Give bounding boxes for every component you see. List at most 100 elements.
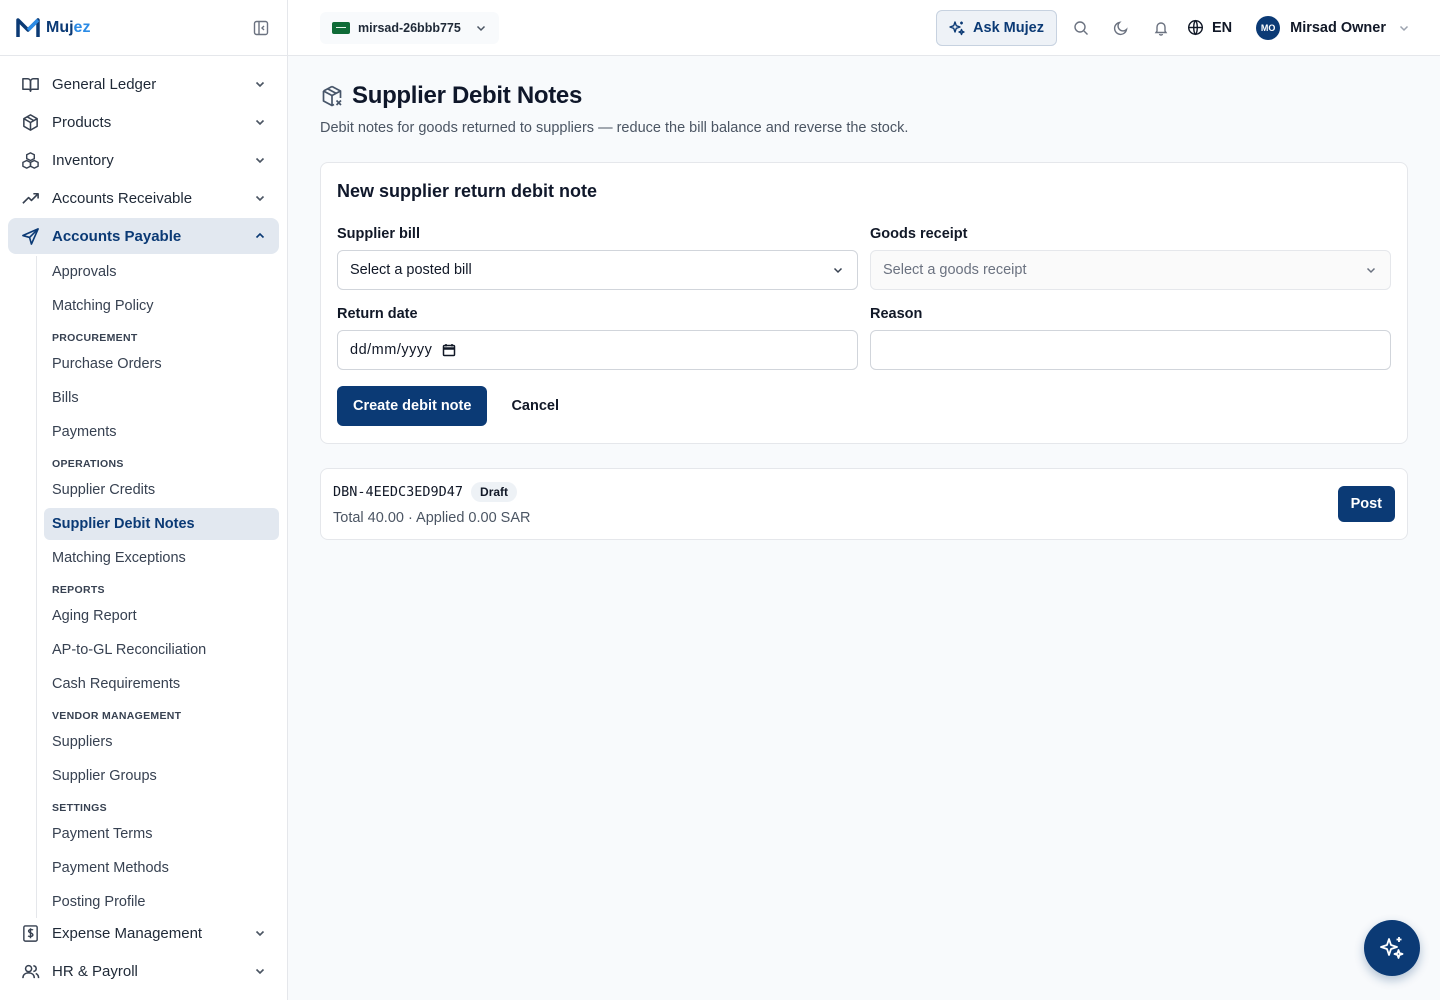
sidebar-subitem-approvals[interactable]: Approvals xyxy=(44,256,279,288)
chevron-down-icon xyxy=(253,153,267,167)
debit-note-header: DBN-4EEDC3ED9D47 Draft xyxy=(333,482,531,502)
form-title: New supplier return debit note xyxy=(337,181,598,201)
sidebar-subitem-supplier-credits[interactable]: Supplier Credits xyxy=(44,474,279,506)
sidebar-item-label: General Ledger xyxy=(52,75,157,93)
organization-name: mirsad-26bbb775 xyxy=(358,20,461,35)
sidebar-item-general-ledger[interactable]: General Ledger xyxy=(8,66,279,102)
boxes-icon xyxy=(20,150,40,170)
sidebar-item-label: Accounts Payable xyxy=(52,227,182,245)
debit-note-totals: Total 40.00 · Applied 0.00 SAR xyxy=(333,510,531,526)
sidebar-item-label: Accounts Receivable xyxy=(52,189,193,207)
page-header: Supplier Debit Notes xyxy=(320,82,1408,110)
trending-up-icon xyxy=(20,188,40,208)
ask-mujez-label: Ask Mujez xyxy=(973,19,1044,36)
form-grid: Supplier bill Select a posted bill Goods… xyxy=(337,226,1391,370)
sidebar-item-label: Expense Management xyxy=(52,924,203,942)
brand-name-accent: ez xyxy=(73,18,91,36)
brand-bar: Mujez xyxy=(0,0,287,56)
supplier-bill-label: Supplier bill xyxy=(337,226,420,242)
create-debit-note-button[interactable]: Create debit note xyxy=(337,386,488,426)
new-debit-note-form: New supplier return debit note Supplier … xyxy=(320,162,1408,444)
chevron-up-icon xyxy=(253,229,267,243)
sidebar-subitem-supplier-debit-notes[interactable]: Supplier Debit Notes xyxy=(44,508,279,540)
brand-logo[interactable]: Mujez xyxy=(16,17,90,39)
sidebar: Mujez General Ledger Products Inventory … xyxy=(0,0,288,1000)
globe-icon xyxy=(1187,19,1204,36)
reason-label: Reason xyxy=(870,306,923,322)
goods-receipt-value: Select a goods receipt xyxy=(883,262,1027,278)
users-icon xyxy=(20,961,40,981)
sidebar-subitem-bills[interactable]: Bills xyxy=(44,382,279,414)
sidebar-subitem-supplier-groups[interactable]: Supplier Groups xyxy=(44,760,279,792)
chevron-down-icon xyxy=(253,964,267,978)
supplier-bill-value: Select a posted bill xyxy=(350,262,472,278)
chevron-down-icon xyxy=(253,191,267,205)
post-button[interactable]: Post xyxy=(1337,486,1395,522)
sidebar-item-expense-management[interactable]: Expense Management xyxy=(8,915,279,951)
language-switcher[interactable]: EN xyxy=(1181,19,1246,36)
sidebar-collapse-icon[interactable] xyxy=(251,18,271,38)
return-date-input[interactable]: dd/mm/yyyy xyxy=(337,330,858,370)
sidebar-subitem-matching-exceptions[interactable]: Matching Exceptions xyxy=(44,542,279,574)
calendar-icon[interactable] xyxy=(442,343,456,357)
saudi-flag-icon xyxy=(332,21,350,34)
sidebar-section-vendor-management: VENDOR MANAGEMENT xyxy=(52,710,182,722)
return-date-label: Return date xyxy=(337,306,418,322)
brand-name: Mujez xyxy=(46,19,90,37)
moon-icon[interactable] xyxy=(1101,10,1141,46)
reason-field: Reason xyxy=(870,306,1391,370)
sidebar-item-label: Products xyxy=(52,113,112,131)
page-title: Supplier Debit Notes xyxy=(352,82,583,109)
sidebar-subitem-purchase-orders[interactable]: Purchase Orders xyxy=(44,348,279,380)
supplier-bill-select[interactable]: Select a posted bill xyxy=(337,250,858,290)
sidebar-item-hr-payroll[interactable]: HR & Payroll xyxy=(8,953,279,989)
ask-mujez-button[interactable]: Ask Mujez xyxy=(936,9,1057,46)
debit-note-row: DBN-4EEDC3ED9D47 Draft Total 40.00 · App… xyxy=(320,468,1408,540)
sidebar-section-reports: REPORTS xyxy=(52,584,105,596)
sidebar-section-settings: SETTINGS xyxy=(52,802,107,814)
sidebar-item-accounts-payable[interactable]: Accounts Payable xyxy=(8,218,279,254)
user-menu[interactable]: MO Mirsad Owner xyxy=(1246,15,1410,40)
receipt-icon xyxy=(20,923,40,943)
sidebar-subitem-posting-profile[interactable]: Posting Profile xyxy=(44,886,279,918)
sidebar-subitem-aging-report[interactable]: Aging Report xyxy=(44,600,279,632)
page-subtitle: Debit notes for goods returned to suppli… xyxy=(320,120,909,136)
sidebar-subitem-suppliers[interactable]: Suppliers xyxy=(44,726,279,758)
book-open-icon xyxy=(20,74,40,94)
bell-icon[interactable] xyxy=(1141,10,1181,46)
sidebar-item-products[interactable]: Products xyxy=(8,104,279,140)
goods-receipt-label: Goods receipt xyxy=(870,226,968,242)
sidebar-item-inventory[interactable]: Inventory xyxy=(8,142,279,178)
topbar: mirsad-26bbb775 Ask Mujez EN MO Mirsad O… xyxy=(288,0,1440,56)
sidebar-item-label: HR & Payroll xyxy=(52,962,138,980)
chevron-down-icon xyxy=(1364,263,1378,277)
chevron-down-icon xyxy=(253,77,267,91)
search-icon[interactable] xyxy=(1061,10,1101,46)
sidebar-subitem-matching-policy[interactable]: Matching Policy xyxy=(44,290,279,322)
sidebar-nav: General Ledger Products Inventory Accoun… xyxy=(0,56,287,918)
chevron-down-icon xyxy=(475,22,487,34)
return-date-value: dd/mm/yyyy xyxy=(350,342,433,358)
language-label: EN xyxy=(1211,19,1233,36)
reason-input[interactable] xyxy=(870,330,1391,370)
package-return-icon xyxy=(320,84,344,108)
ai-assistant-fab[interactable] xyxy=(1364,920,1420,976)
cancel-button[interactable]: Cancel xyxy=(495,386,575,426)
chevron-down-icon xyxy=(1398,22,1410,34)
chevron-down-icon xyxy=(831,263,845,277)
avatar: MO xyxy=(1256,15,1281,40)
sidebar-item-accounts-receivable[interactable]: Accounts Receivable xyxy=(8,180,279,216)
sidebar-subitem-payment-methods[interactable]: Payment Methods xyxy=(44,852,279,884)
user-name: Mirsad Owner xyxy=(1290,19,1386,36)
goods-receipt-select[interactable]: Select a goods receipt xyxy=(870,250,1391,290)
brand-name-main: Muj xyxy=(46,18,74,36)
package-icon xyxy=(20,112,40,132)
sidebar-subitem-payments[interactable]: Payments xyxy=(44,416,279,448)
sidebar-subitem-payment-terms[interactable]: Payment Terms xyxy=(44,818,279,850)
send-icon xyxy=(20,226,40,246)
sidebar-subitem-cash-requirements[interactable]: Cash Requirements xyxy=(44,668,279,700)
debit-note-info: DBN-4EEDC3ED9D47 Draft Total 40.00 · App… xyxy=(333,482,531,526)
organization-switcher[interactable]: mirsad-26bbb775 xyxy=(320,11,499,44)
sidebar-subitem-ap-gl-reconciliation[interactable]: AP-to-GL Reconciliation xyxy=(44,634,279,666)
sparkles-icon xyxy=(1379,935,1405,961)
